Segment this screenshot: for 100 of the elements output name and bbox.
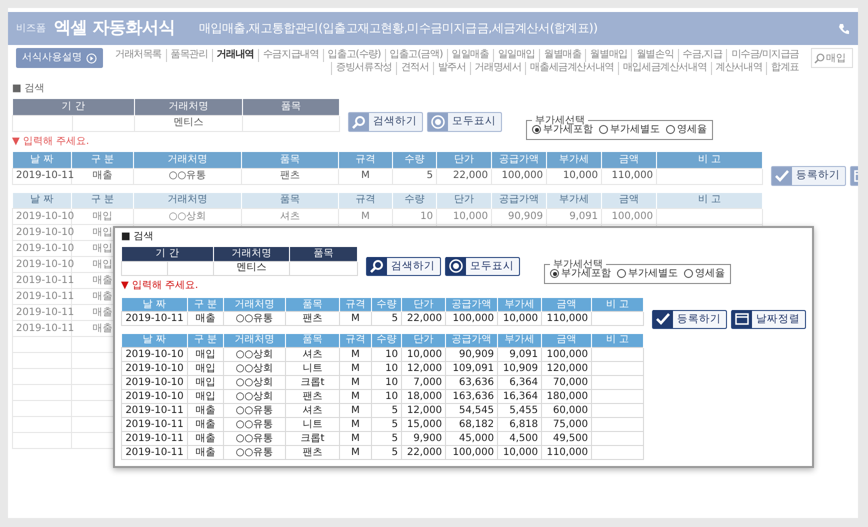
table-cell: 18,000 (402, 390, 446, 404)
table-cell: 4,500 (498, 432, 542, 446)
nav-link[interactable]: 견적서 (396, 62, 433, 75)
table-cell: 100,000 (446, 312, 498, 326)
nav-link[interactable]: 입출고(수량) (322, 49, 385, 62)
guide-button[interactable]: 서식사용설명 (16, 48, 103, 68)
table-cell: 16,364 (498, 390, 542, 404)
nav-link[interactable]: 월별매출 (538, 49, 586, 62)
column-header: 날 짜 (122, 298, 188, 312)
table-cell: 팬츠 (286, 312, 340, 326)
column-header: 수량 (392, 152, 436, 168)
column-header: 규격 (340, 334, 372, 348)
search-field[interactable]: 매입 (811, 48, 854, 68)
column-header: 품목 (286, 298, 340, 312)
radio-button[interactable] (532, 125, 541, 134)
column-header: 기 간 (122, 247, 214, 261)
column-header: 품목 (290, 247, 358, 261)
nav-link[interactable]: 증빙서류작성 (331, 62, 396, 75)
column-header: 거래처명 (224, 298, 286, 312)
app-subtitle: 매입매출,재고통합관리(입출고재고현황,미수금미지급금,세금계산서(합계표)) (198, 21, 598, 36)
nav-link[interactable]: 일일매출 (446, 49, 493, 62)
nav-link[interactable]: 월별손익 (631, 49, 678, 62)
nav-link[interactable]: 품목관리 (166, 49, 212, 62)
radio-button[interactable] (684, 269, 693, 278)
nav-link[interactable]: 일일매입 (492, 49, 539, 62)
table-cell: ○○상회 (134, 208, 242, 224)
table-cell: 팬츠 (286, 390, 340, 404)
register-button[interactable]: 등록하기 (771, 166, 846, 186)
field-value[interactable]: 멘티스 (134, 115, 242, 131)
nav-link[interactable]: 매출세금계산서내역 (525, 62, 618, 75)
column-header: 구 분 (188, 298, 224, 312)
radio-label: 부가세별도 (628, 268, 678, 280)
table-cell: ○○유통 (134, 168, 242, 184)
table-cell: ○○유통 (224, 418, 286, 432)
table-cell: 100,000 (542, 348, 592, 362)
column-header: 규격 (340, 298, 372, 312)
table-cell: ○○유통 (224, 446, 286, 460)
column-header: 날 짜 (12, 192, 72, 208)
register-button[interactable]: 등록하기 (652, 310, 727, 328)
table-cell: ○○유통 (224, 312, 286, 326)
nav-link[interactable]: 계산서내역 (710, 62, 766, 75)
table-cell: ○○상회 (224, 362, 286, 376)
group-label: 부가세선택 (552, 260, 603, 270)
column-header: 금액 (602, 192, 656, 208)
show-all-button[interactable]: 모두표시 (427, 112, 502, 132)
show-all-button[interactable]: 모두표시 (445, 256, 520, 276)
column-header: 거래처명 (214, 247, 290, 261)
table-cell: 9,091 (498, 348, 542, 362)
table-cell: M (340, 362, 372, 376)
table-cell: 2019-10-10 (122, 376, 188, 390)
nav-link[interactable]: 합계표 (766, 62, 804, 75)
radio-button[interactable] (599, 125, 608, 134)
column-header: 단가 (402, 334, 446, 348)
radio-button[interactable] (617, 269, 626, 278)
nav-link[interactable]: 미수금/미지급금 (726, 49, 804, 62)
column-header: 거래처명 (134, 192, 242, 208)
table-cell: 9,091 (546, 208, 602, 224)
nav-link[interactable]: 수금,지급 (678, 49, 726, 62)
column-header: 구 분 (188, 334, 224, 348)
table-cell: 110,000 (542, 312, 592, 326)
table-cell: 22,000 (436, 168, 492, 184)
table-cell: 10,000 (436, 208, 492, 224)
search-icon (349, 112, 369, 130)
nav-link[interactable]: 거래내역 (212, 49, 258, 62)
search-button[interactable]: 검색하기 (348, 112, 423, 132)
nav-link[interactable]: 수금지급내역 (258, 49, 323, 62)
column-header: 수량 (372, 334, 402, 348)
column-header: 규격 (338, 152, 392, 168)
nav-link[interactable]: 거래명세서 (470, 62, 526, 75)
check-icon (653, 310, 673, 328)
table-cell: 100,000 (492, 168, 546, 184)
table-cell: 2019-10-10 (12, 208, 72, 224)
column-header: 공급가액 (446, 298, 498, 312)
nav-link[interactable]: 입출고(금액) (384, 49, 447, 62)
circle-icon (446, 257, 466, 275)
table-cell: 120,000 (542, 362, 592, 376)
radio-label: 부가세포함 (543, 124, 593, 136)
table-cell: 5 (372, 418, 402, 432)
table-cell: 셔츠 (286, 404, 340, 418)
table-cell: M (340, 418, 372, 432)
column-header: 부가세 (498, 334, 542, 348)
table-cell: 49,500 (542, 432, 592, 446)
circle-icon (428, 112, 448, 130)
calendar-button[interactable]: 날짜정렬 (731, 310, 806, 328)
radio-button[interactable] (666, 125, 675, 134)
field-value[interactable]: 멘티스 (214, 261, 290, 275)
column-header: 수량 (392, 192, 436, 208)
radio-button[interactable] (550, 269, 559, 278)
nav-link[interactable]: 매입세금계산서내역 (618, 62, 711, 75)
nav-link[interactable]: 거래처목록 (111, 49, 166, 62)
section-title: ■ 검색 (12, 83, 46, 95)
app-title: 엑셀 자동화서식 (54, 18, 175, 39)
search-button[interactable]: 검색하기 (366, 256, 441, 276)
column-header: 거래처명 (134, 99, 242, 115)
table-cell: 5 (392, 168, 436, 184)
nav-link[interactable]: 월별매입 (585, 49, 632, 62)
nav-link[interactable]: 발주서 (432, 62, 470, 75)
table-cell: 7,000 (402, 376, 446, 390)
check-icon (772, 166, 792, 184)
table-cell: M (340, 376, 372, 390)
